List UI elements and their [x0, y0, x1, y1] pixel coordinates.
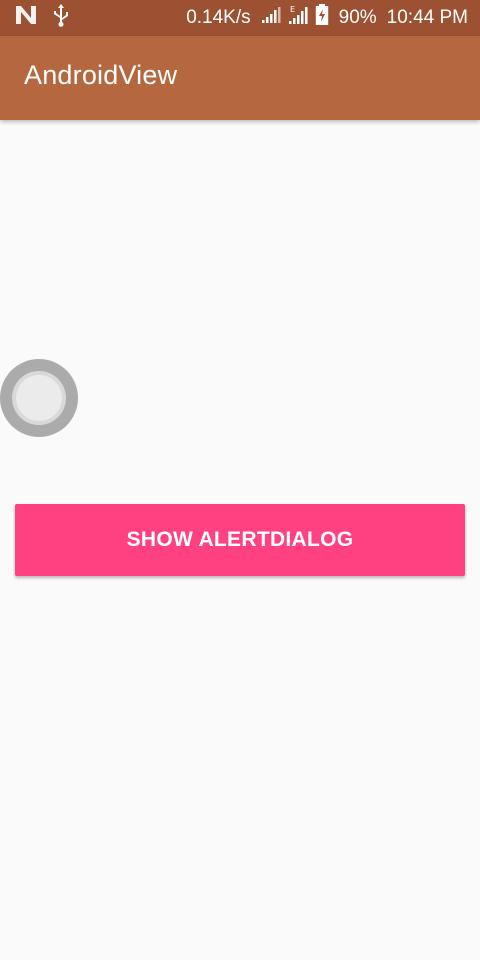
battery-charging-icon — [315, 4, 329, 32]
status-bar: 0.14K/s E 90% 10:44 PM — [0, 0, 480, 36]
show-alertdialog-button[interactable]: SHOW ALERTDIALOG — [15, 504, 465, 576]
status-left-icons — [14, 3, 70, 33]
network-speed: 0.14K/s — [186, 7, 251, 28]
page-title: AndroidView — [24, 60, 178, 90]
radio-button-inner — [12, 371, 66, 425]
n-notification-icon — [14, 4, 38, 32]
svg-text:E: E — [290, 5, 295, 14]
radio-button[interactable] — [0, 359, 78, 437]
status-icons: E — [261, 4, 329, 32]
main-content: SHOW ALERTDIALOG — [0, 120, 480, 960]
battery-percent: 90% — [338, 7, 377, 28]
signal-icon — [261, 6, 281, 30]
signal-e-icon: E — [287, 4, 309, 32]
clock: 10:44 PM — [386, 7, 468, 28]
usb-icon — [52, 3, 70, 33]
radio-button-core — [16, 375, 62, 421]
status-right: 0.14K/s E 90% 10:44 PM — [186, 0, 468, 36]
app-bar: AndroidView — [0, 36, 480, 120]
